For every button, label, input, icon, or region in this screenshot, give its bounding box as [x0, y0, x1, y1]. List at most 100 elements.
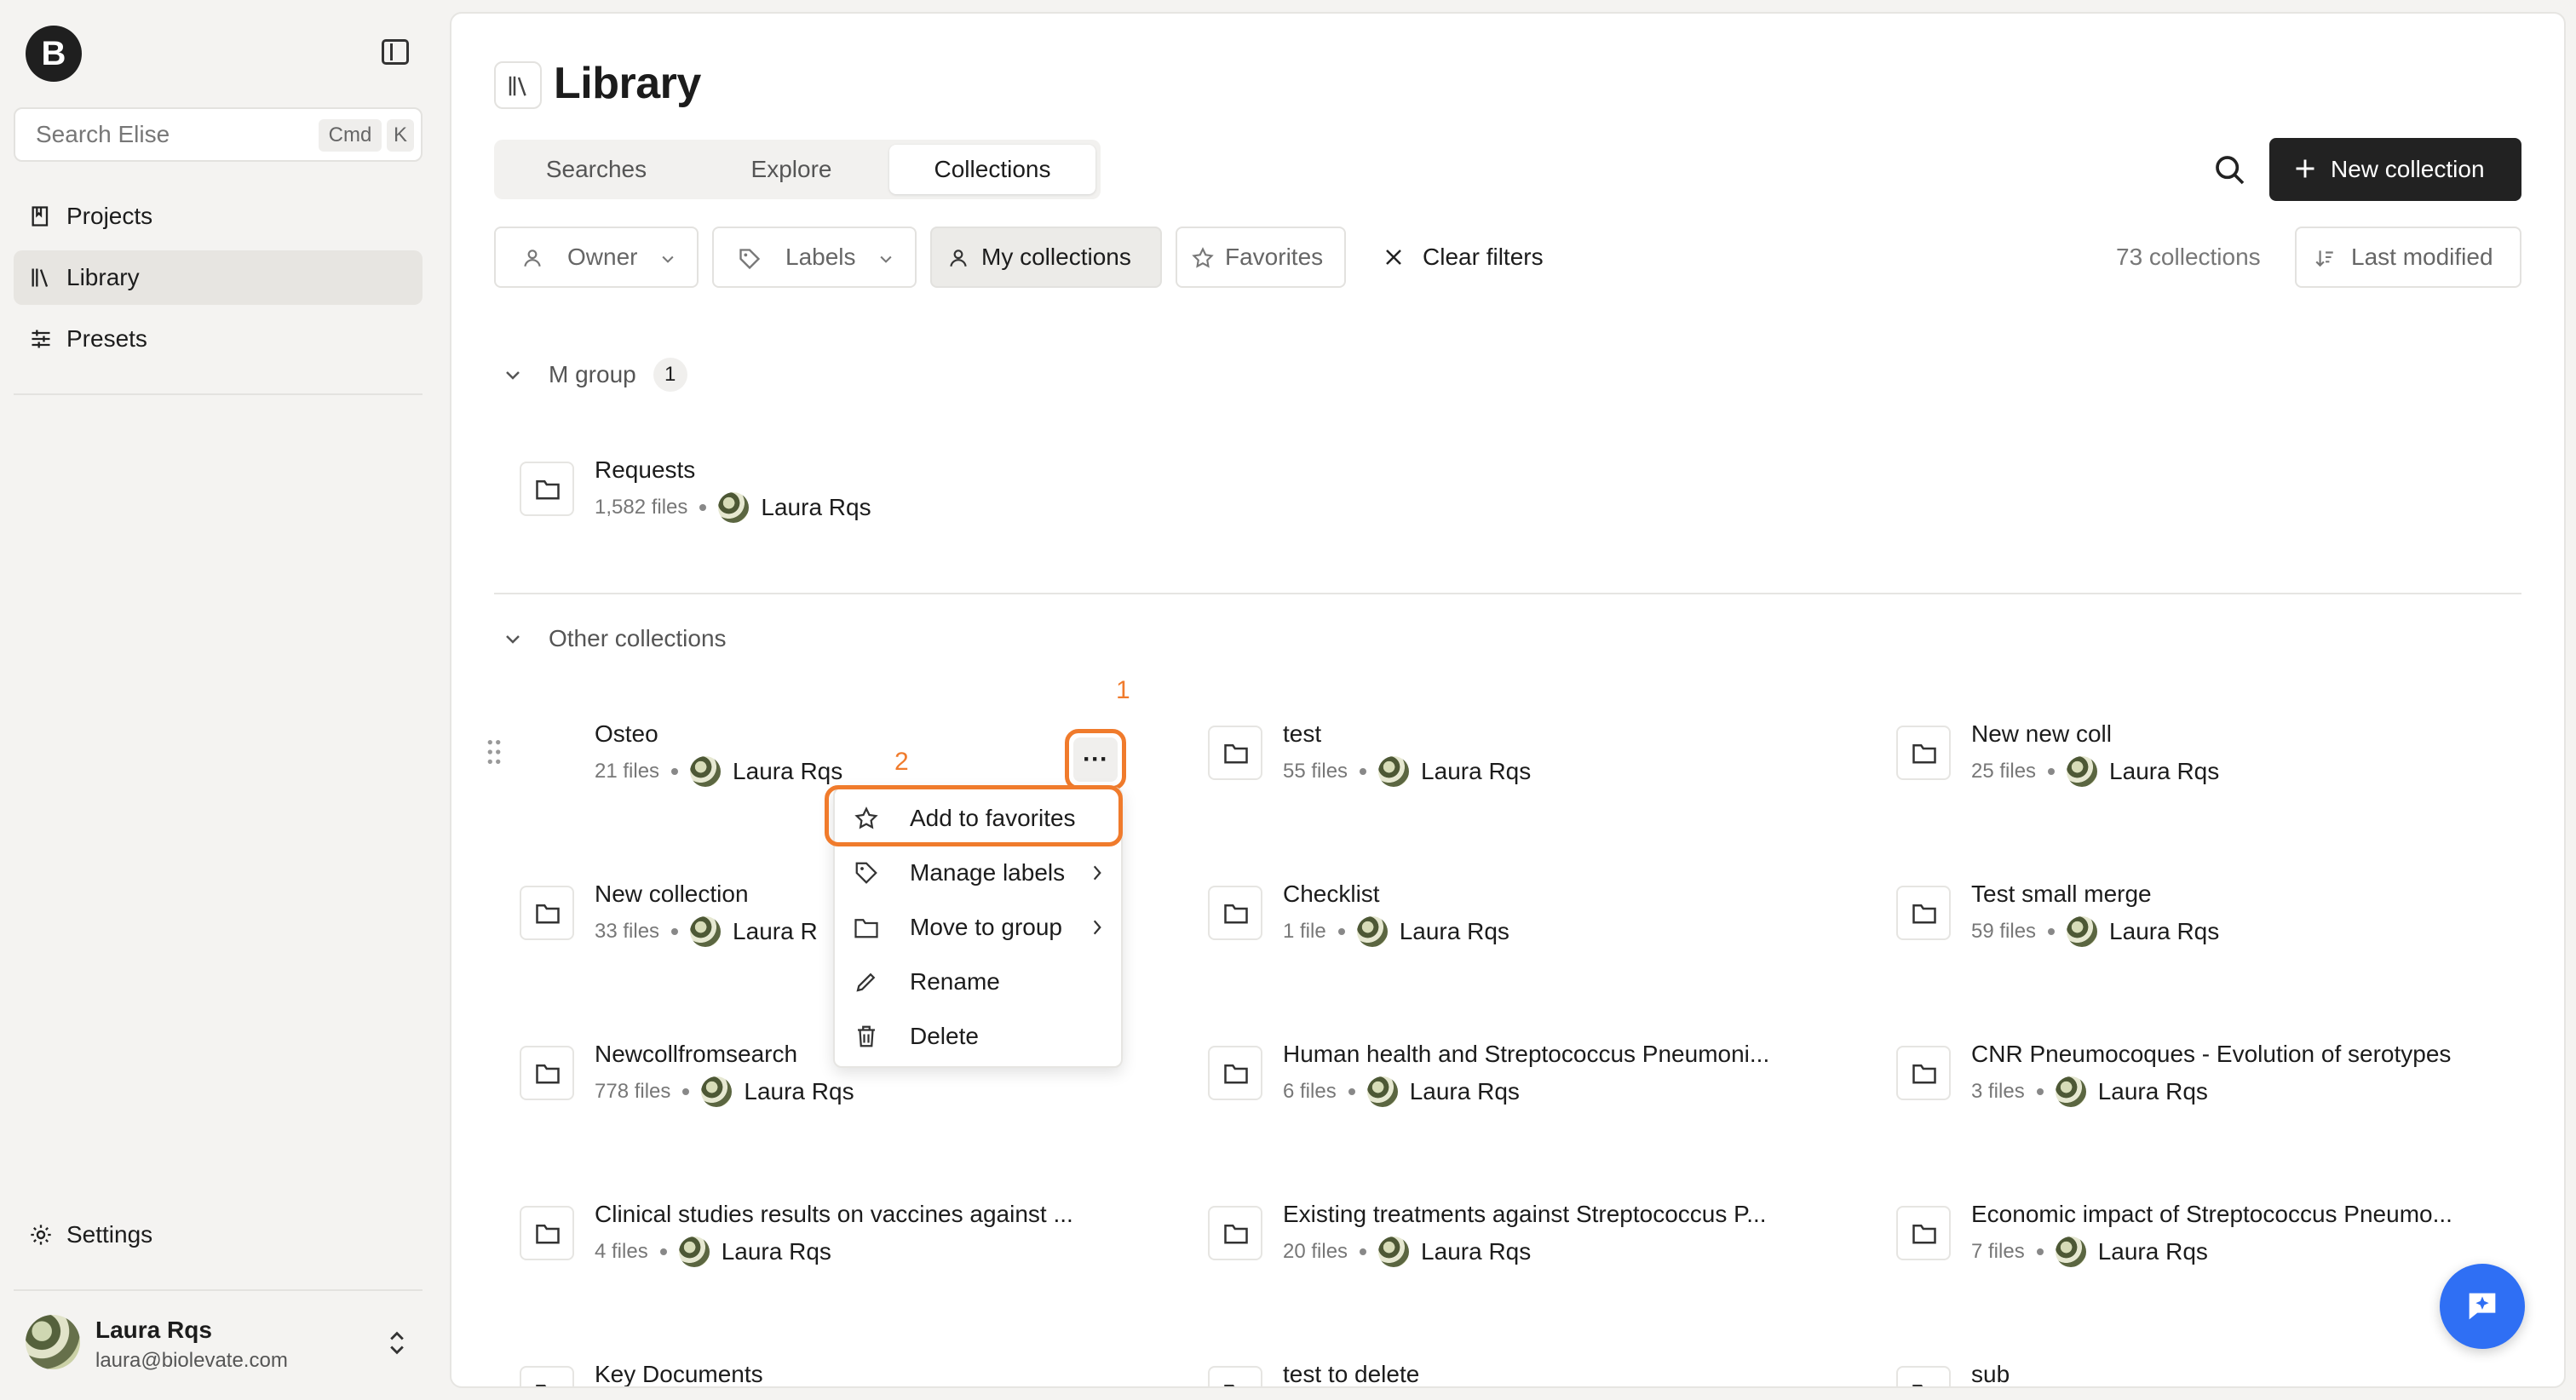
chevron-updown-icon[interactable] [385, 1328, 409, 1357]
user-icon [524, 250, 541, 267]
collection-meta: 59 files Laura Rqs [1971, 916, 2219, 947]
file-count: 4 files [595, 1240, 648, 1263]
file-count: 55 files [1283, 760, 1348, 783]
avatar [678, 1236, 710, 1267]
menu-item-label: Rename [910, 968, 1000, 995]
drag-handle-icon[interactable] [486, 737, 503, 766]
owner-name: Laura R [733, 918, 818, 944]
collections-count: 73 collections [2116, 244, 2261, 270]
sidebar-item-settings[interactable]: Settings [14, 1208, 423, 1262]
sidebar-item-projects[interactable]: Projects [14, 189, 423, 244]
menu-item-rename[interactable]: Rename [840, 955, 1118, 1008]
clear-filters-button[interactable]: Clear filters [1423, 244, 1544, 271]
sidebar-item-presets[interactable]: Presets [14, 312, 423, 366]
tab-explore[interactable]: Explore [693, 145, 889, 194]
sort-dropdown[interactable]: Last modified [2295, 227, 2521, 288]
collection-meta: 778 files Laura Rqs [595, 1076, 854, 1107]
collection-name: Existing treatments against Streptococcu… [1283, 1201, 1767, 1227]
file-count: 6 files [1283, 1080, 1337, 1103]
collection-name: Human health and Streptococcus Pneumoni.… [1283, 1041, 1770, 1067]
group-label: M group [549, 361, 636, 387]
close-icon[interactable] [1383, 247, 1404, 267]
menu-item-manage-labels[interactable]: Manage labels [840, 846, 1118, 899]
folder-icon [520, 886, 574, 940]
folder-icon [520, 462, 574, 516]
favorites-filter[interactable]: Favorites [1176, 227, 1346, 288]
collection-item[interactable]: Requests 1,582 files Laura Rqs [520, 456, 1167, 533]
owner-name: Laura Rqs [2109, 758, 2220, 784]
folder-icon [1896, 886, 1951, 940]
pencil-icon [856, 973, 876, 992]
menu-item-label: Move to group [910, 914, 1062, 940]
owner-name: Laura Rqs [2097, 1078, 2208, 1105]
search-icon[interactable] [2213, 153, 2247, 187]
chevron-down-icon [506, 371, 520, 380]
more-options-button[interactable]: ··· [1065, 729, 1126, 790]
collection-item[interactable]: Clinical studies results on vaccines aga… [520, 1201, 1167, 1277]
collection-item[interactable]: Key Documents [520, 1361, 1167, 1386]
collection-item[interactable]: CNR Pneumocoques - Evolution of serotype… [1896, 1041, 2544, 1117]
chat-sparkle-icon [2469, 1293, 2496, 1320]
menu-item-label: Manage labels [910, 859, 1066, 886]
menu-item-delete[interactable]: Delete [840, 1010, 1118, 1063]
owner-name: Laura Rqs [2109, 918, 2220, 944]
owner-filter[interactable]: Owner [494, 227, 699, 288]
collection-item[interactable]: sub [1896, 1361, 2544, 1386]
file-count: 33 files [595, 920, 660, 943]
collection-name: test [1283, 720, 1322, 747]
collection-meta: 55 files Laura Rqs [1283, 756, 1531, 787]
collection-item[interactable]: New new coll 25 files Laura Rqs [1896, 720, 2544, 797]
kbd-cmd: Cmd [319, 119, 382, 152]
collection-item[interactable]: test to delete [1208, 1361, 1855, 1386]
collection-name: Newcollfromsearch [595, 1041, 798, 1067]
more-options-icon: ··· [1073, 737, 1118, 782]
folder-icon [1896, 726, 1951, 780]
step-annotation-2: 2 [894, 748, 909, 776]
avatar[interactable] [26, 1315, 80, 1369]
group-header-m-group[interactable]: M group 1 [503, 358, 687, 392]
collection-item[interactable]: Human health and Streptococcus Pneumoni.… [1208, 1041, 1855, 1117]
book-icon [32, 206, 49, 227]
owner-name: Laura Rqs [721, 1238, 831, 1265]
avatar [690, 756, 722, 787]
collection-name: Osteo [595, 720, 658, 747]
collection-meta: 25 files Laura Rqs [1971, 756, 2219, 787]
chevron-right-icon [1093, 920, 1101, 935]
sidebar-collapse-icon[interactable] [382, 39, 409, 65]
collection-item[interactable]: test 55 files Laura Rqs [1208, 720, 1855, 797]
labels-filter[interactable]: Labels [712, 227, 917, 288]
avatar [2055, 1236, 2086, 1267]
sliders-icon [32, 330, 50, 348]
collection-item[interactable]: Test small merge 59 files Laura Rqs [1896, 881, 2544, 957]
folder-icon [854, 919, 878, 938]
collection-item[interactable]: Existing treatments against Streptococcu… [1208, 1201, 1855, 1277]
collection-meta: 7 files Laura Rqs [1971, 1236, 2208, 1267]
menu-item-move-to-group[interactable]: Move to group [840, 901, 1118, 954]
collection-meta: 4 files Laura Rqs [595, 1236, 831, 1267]
group-header-other[interactable]: Other collections [503, 625, 727, 652]
sidebar-item-library[interactable]: Library [14, 250, 423, 305]
search-input[interactable]: Search Elise Cmd K [14, 107, 423, 162]
chevron-right-icon [1093, 865, 1101, 881]
avatar [1356, 916, 1388, 947]
kbd-k: K [387, 119, 414, 152]
sort-label: Last modified [2351, 244, 2493, 270]
collection-item[interactable]: Checklist 1 file Laura Rqs [1208, 881, 1855, 957]
collection-item[interactable]: Economic impact of Streptococcus Pneumo.… [1896, 1201, 2544, 1277]
folder-icon [1208, 1046, 1262, 1100]
file-count: 20 files [1283, 1240, 1348, 1263]
collection-name: Requests [595, 456, 696, 483]
app-logo[interactable]: B [26, 26, 82, 82]
collection-meta: 20 files Laura Rqs [1283, 1236, 1531, 1267]
tag-icon [739, 249, 761, 270]
my-collections-filter[interactable]: My collections [930, 227, 1162, 288]
tab-searches[interactable]: Searches [499, 145, 693, 194]
new-collection-button[interactable]: New collection [2269, 138, 2521, 201]
chevron-down-icon [506, 635, 520, 644]
star-icon [1192, 247, 1214, 268]
tab-collections[interactable]: Collections [889, 145, 1095, 194]
sidebar-divider [14, 1289, 423, 1291]
labels-filter-label: Labels [785, 244, 856, 270]
chat-assistant-button[interactable] [2440, 1264, 2525, 1349]
user-email: laura@biolevate.com [95, 1349, 288, 1372]
